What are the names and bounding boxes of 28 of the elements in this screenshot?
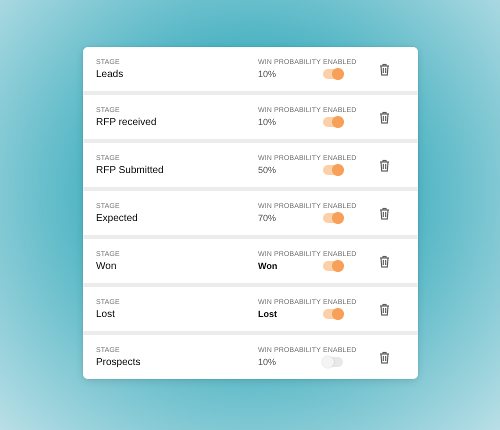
delete-icon[interactable]	[379, 110, 390, 124]
enabled-toggle[interactable]	[323, 213, 343, 223]
stage-name: Leads	[96, 68, 124, 80]
delete-icon[interactable]	[379, 302, 390, 316]
enabled-toggle[interactable]	[323, 165, 343, 175]
enabled-toggle[interactable]	[323, 69, 343, 79]
enabled-toggle[interactable]	[323, 357, 343, 367]
enabled-toggle[interactable]	[323, 261, 343, 271]
enabled-toggle[interactable]	[323, 117, 343, 127]
win-probability: Won	[258, 261, 278, 271]
win-probability: 10%	[258, 117, 278, 127]
win-probability: 70%	[258, 213, 278, 223]
delete-icon[interactable]	[379, 158, 390, 172]
win-probability: 10%	[258, 357, 278, 367]
delete-icon[interactable]	[379, 206, 390, 220]
stage-name: Prospects	[96, 356, 142, 368]
stage-name: RFP Submitted	[96, 164, 165, 176]
win-probability: 50%	[258, 165, 278, 175]
win-probability: Lost	[258, 309, 278, 319]
win-probability: 10%	[258, 69, 278, 79]
stage-name: Lost	[96, 308, 116, 320]
enabled-toggle[interactable]	[323, 309, 343, 319]
delete-icon[interactable]	[379, 62, 390, 76]
stage-name: Expected	[96, 212, 139, 224]
stage-name: Won	[96, 260, 118, 272]
stage-name: RFP received	[96, 116, 158, 128]
delete-icon[interactable]	[379, 254, 390, 268]
delete-icon[interactable]	[379, 350, 390, 364]
